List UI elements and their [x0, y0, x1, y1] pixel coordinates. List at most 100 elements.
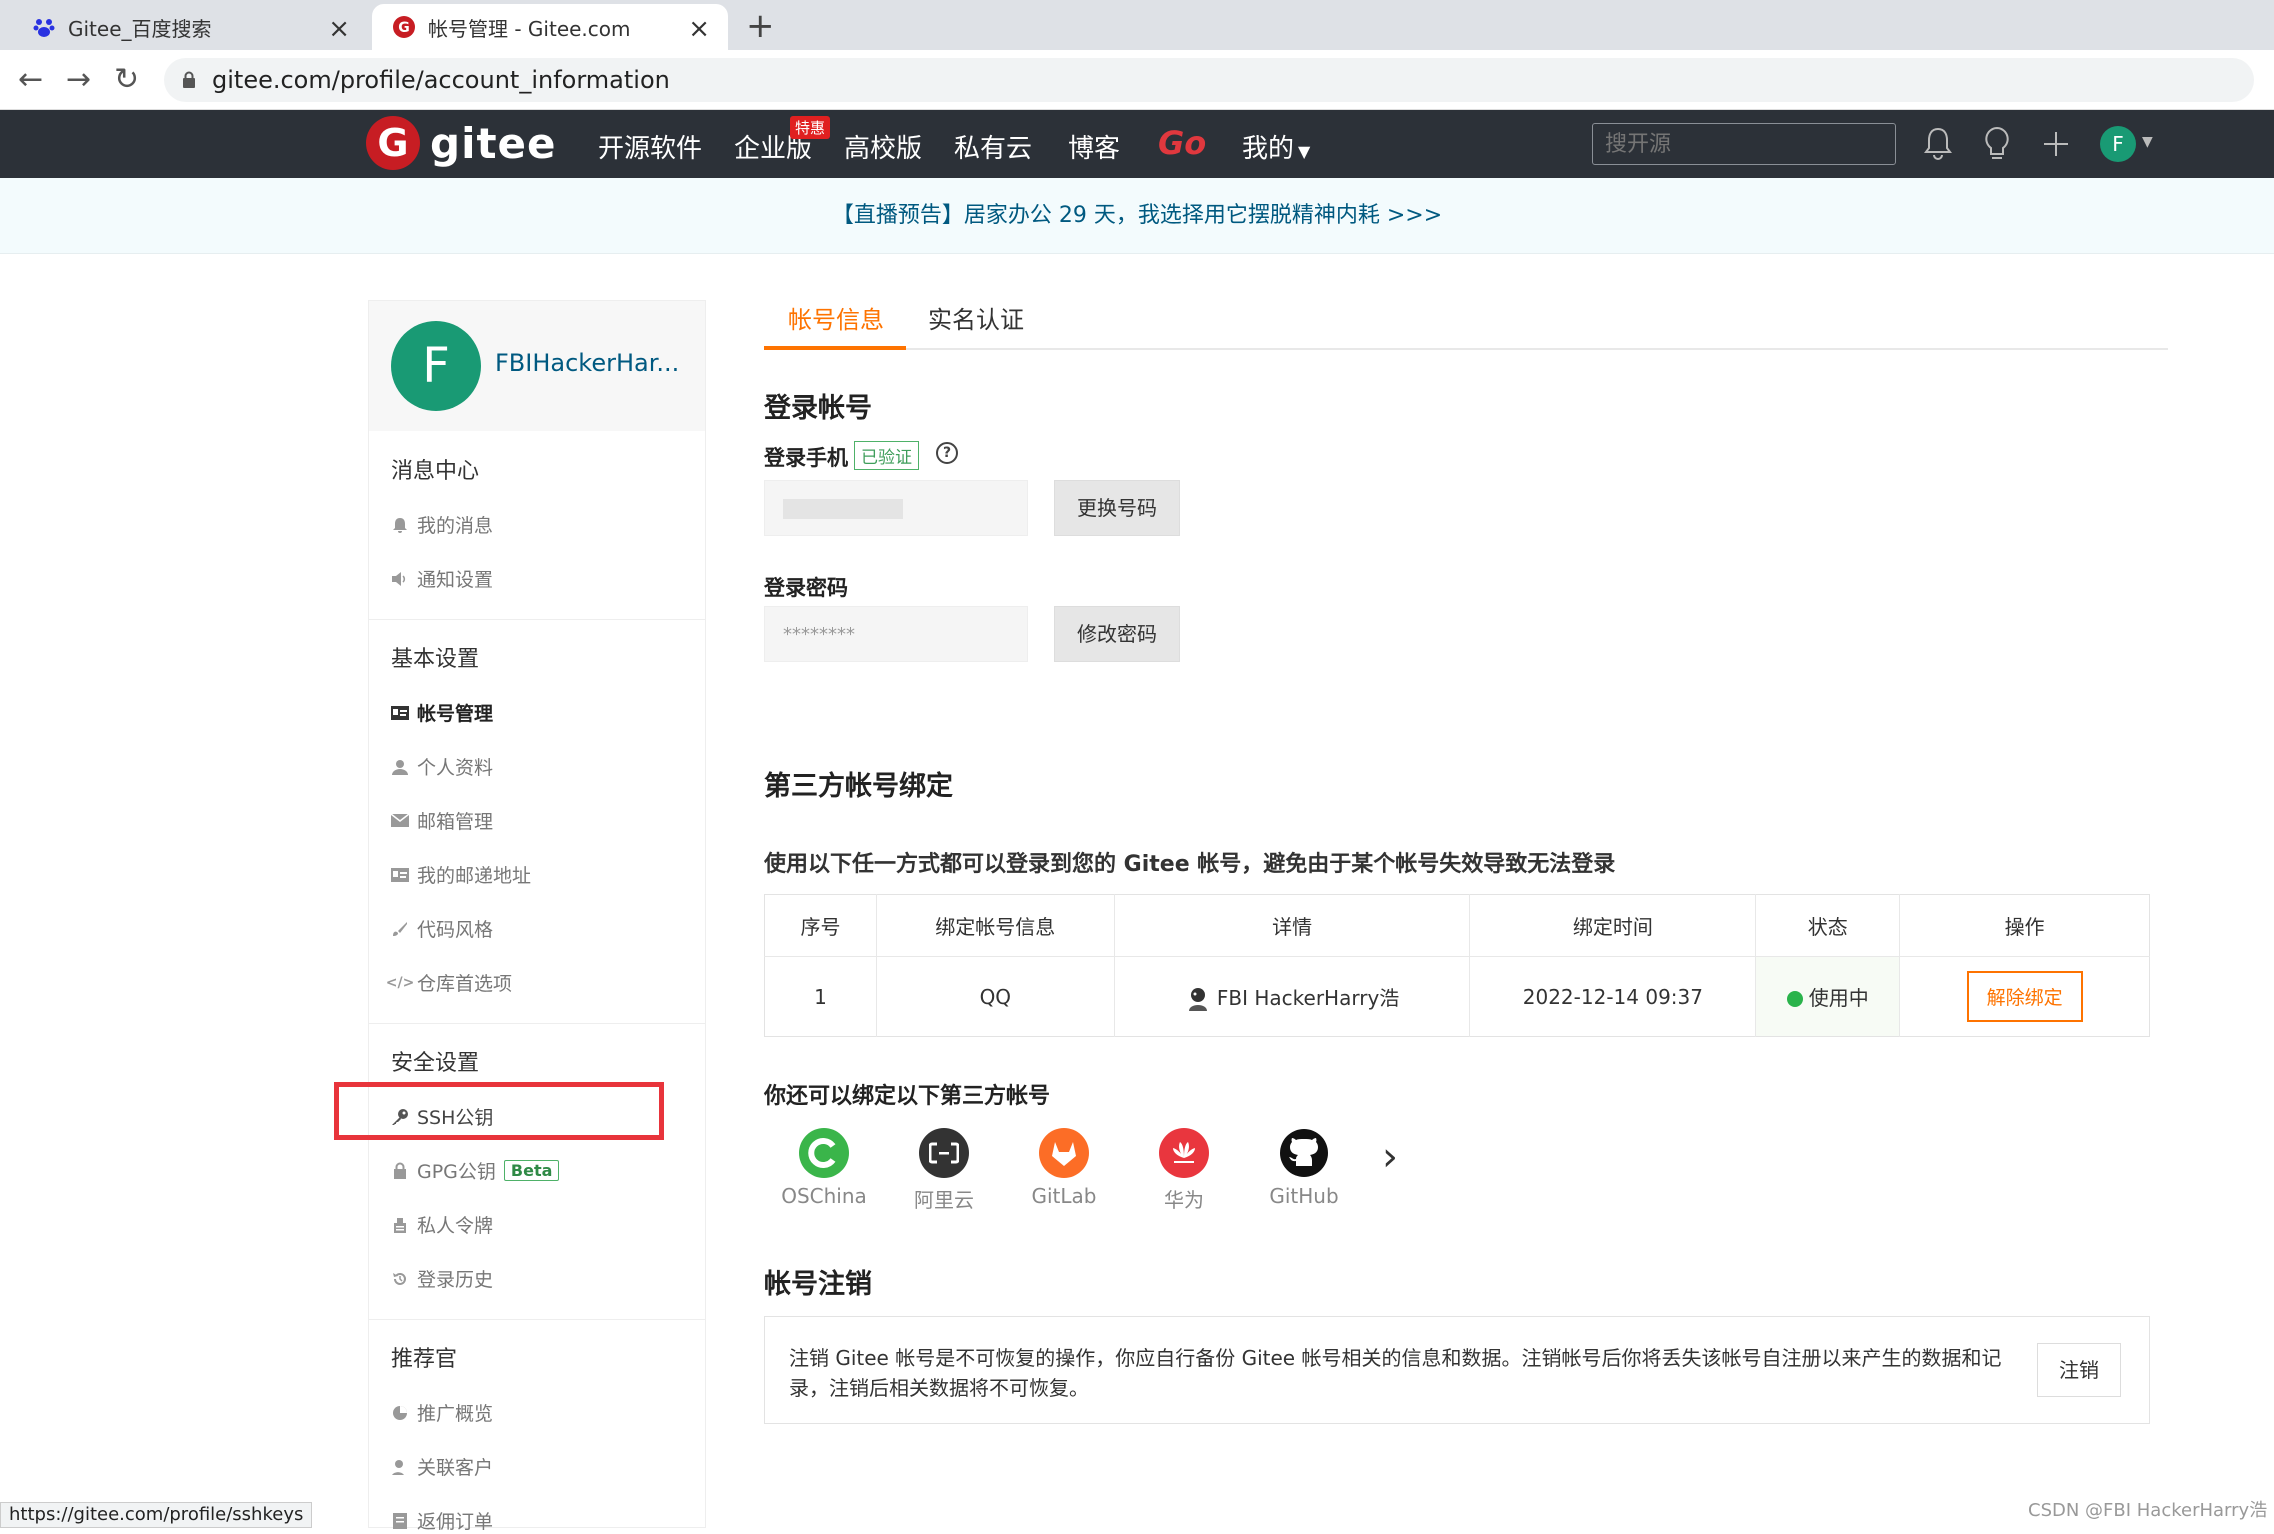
section-title-basic: 基本设置	[391, 647, 480, 672]
code-icon: </>	[385, 974, 415, 991]
watermark: CSDN @FBI HackerHarry浩	[2028, 1500, 2268, 1521]
tab-account-info[interactable]: 帐号信息	[788, 300, 884, 335]
tab-real-name[interactable]: 实名认证	[928, 300, 1024, 335]
id-card-icon	[391, 866, 409, 884]
help-icon[interactable]: ?	[936, 442, 958, 464]
browser-tab-gitee[interactable]: G 帐号管理 - Gitee.com ×	[372, 4, 728, 50]
provider-name: 华为	[1164, 1188, 1204, 1212]
sidebar-item-my-messages[interactable]: 我的消息	[391, 511, 493, 538]
sidebar-item-label: 我的消息	[417, 515, 494, 537]
site-header: G gitee 开源软件 企业版 特惠 高校版 私有云 博客 Go 我的▼ F …	[0, 110, 2274, 178]
table-cell-time: 2022-12-14 09:37	[1469, 956, 1757, 1037]
caret-down-icon[interactable]: ▼	[2142, 134, 2153, 150]
profile-card: F FBIHackerHar...	[369, 301, 705, 431]
new-tab-plus-icon[interactable]: +	[746, 6, 775, 46]
header-avatar[interactable]: F	[2100, 126, 2136, 162]
oschina-icon	[799, 1128, 849, 1178]
nav-mine-label: 我的	[1242, 134, 1295, 164]
change-password-button[interactable]: 修改密码	[1054, 606, 1180, 662]
table-header: 序号	[764, 894, 877, 957]
cancel-account-button[interactable]: 注销	[2037, 1343, 2121, 1397]
login-account-title: 登录帐号	[764, 393, 872, 424]
avatar[interactable]: F	[391, 321, 481, 411]
sidebar-item-promotion-overview[interactable]: 推广概览	[391, 1399, 493, 1426]
table-header: 绑定时间	[1469, 894, 1757, 957]
status-text: 使用中	[1808, 986, 1869, 1010]
bell-icon[interactable]	[1924, 126, 1952, 160]
user-icon	[391, 758, 409, 776]
table-cell-detail: FBI HackerHarry浩	[1114, 956, 1471, 1037]
close-icon[interactable]: ×	[688, 14, 710, 44]
sidebar-item-label: 我的邮递地址	[417, 865, 532, 887]
nav-open-source[interactable]: 开源软件	[598, 128, 702, 165]
cancel-account-title: 帐号注销	[764, 1269, 872, 1300]
sidebar-item-code-style[interactable]: 代码风格	[391, 915, 493, 942]
address-bar: ← → ↻ gitee.com/profile/account_informat…	[0, 50, 2274, 110]
provider-github[interactable]: GitHub	[1244, 1128, 1364, 1208]
sidebar-item-repo-preferences[interactable]: </> 仓库首选项	[385, 969, 512, 996]
provider-aliyun[interactable]: 阿里云	[884, 1128, 1004, 1213]
browser-tab-bar: Gitee_百度搜索 × G 帐号管理 - Gitee.com × +	[0, 0, 2274, 50]
change-phone-button[interactable]: 更换号码	[1054, 480, 1180, 536]
lightbulb-icon[interactable]	[1982, 126, 2012, 162]
phone-blurred	[783, 499, 903, 519]
speaker-icon	[391, 570, 409, 588]
sidebar-item-login-history[interactable]: 登录历史	[391, 1265, 493, 1292]
sidebar-item-notification-settings[interactable]: 通知设置	[391, 565, 493, 592]
provider-huawei[interactable]: 华为	[1124, 1128, 1244, 1213]
provider-name: 阿里云	[914, 1188, 974, 1212]
reload-icon[interactable]: ↻	[114, 62, 139, 97]
nav-university[interactable]: 高校版	[844, 128, 922, 165]
id-card-icon	[391, 704, 409, 722]
more-bindings-title: 你还可以绑定以下第三方帐号	[764, 1084, 1051, 1109]
status-dot-icon	[1786, 991, 1803, 1007]
url-field[interactable]: gitee.com/profile/account_information	[164, 58, 2254, 102]
tab-title: Gitee_百度搜索	[68, 16, 212, 41]
back-arrow-icon[interactable]: ←	[18, 62, 43, 97]
sidebar-item-label: 登录历史	[417, 1269, 494, 1291]
forward-arrow-icon[interactable]: →	[66, 62, 91, 97]
chevron-right-icon[interactable]: ›	[1382, 1134, 1398, 1180]
nav-blog[interactable]: 博客	[1068, 128, 1120, 165]
sidebar-item-account[interactable]: 帐号管理	[391, 699, 493, 726]
sidebar-item-address[interactable]: 我的邮递地址	[391, 861, 531, 888]
lock-icon	[391, 1162, 409, 1180]
sidebar-item-label: 帐号管理	[417, 703, 494, 725]
nav-private-cloud[interactable]: 私有云	[954, 128, 1032, 165]
provider-name: GitLab	[1031, 1184, 1097, 1208]
status-bar-url: https://gitee.com/profile/sshkeys	[0, 1502, 313, 1528]
tab-title: 帐号管理 - Gitee.com	[428, 16, 631, 41]
sidebar-item-label: 推广概览	[417, 1403, 494, 1425]
plus-icon[interactable]	[2042, 130, 2070, 158]
history-icon	[391, 1270, 409, 1288]
sidebar-item-commission-orders[interactable]: 返佣订单	[391, 1507, 493, 1534]
username-link[interactable]: FBIHackerHar...	[495, 349, 679, 377]
sidebar-item-linked-customers[interactable]: 关联客户	[391, 1453, 493, 1480]
section-title-messages: 消息中心	[391, 459, 480, 484]
unbind-button[interactable]: 解除绑定	[1966, 971, 2083, 1022]
baidu-paw-icon	[32, 15, 56, 39]
envelope-icon	[391, 812, 409, 830]
browser-tab-baidu[interactable]: Gitee_百度搜索 ×	[12, 4, 368, 50]
svg-text:G: G	[398, 20, 410, 36]
table-cell-no: 1	[764, 956, 877, 1037]
brush-icon	[391, 920, 409, 938]
sidebar-item-label: 个人资料	[417, 757, 494, 779]
search-input[interactable]	[1592, 123, 1896, 165]
nav-go[interactable]: Go	[1158, 124, 1206, 162]
gitee-favicon-icon: G	[392, 15, 416, 39]
provider-oschina[interactable]: OSChina	[764, 1128, 884, 1208]
beta-badge: Beta	[503, 1160, 560, 1181]
nav-mine[interactable]: 我的 ▼	[1242, 128, 1310, 165]
detail-nickname: FBI HackerHarry浩	[1216, 986, 1400, 1010]
sidebar-item-email[interactable]: 邮箱管理	[391, 807, 493, 834]
sidebar-item-gpg-keys[interactable]: GPG公钥 Beta	[391, 1157, 560, 1184]
sidebar-item-tokens[interactable]: 私人令牌	[391, 1211, 493, 1238]
password-field: ********	[764, 606, 1028, 662]
tabs-divider	[764, 348, 2168, 350]
notice-banner[interactable]: 【直播预告】居家办公 29 天，我选择用它摆脱精神内耗 >>>	[0, 178, 2274, 254]
provider-gitlab[interactable]: GitLab	[1004, 1128, 1124, 1208]
gitee-logo[interactable]: G gitee	[366, 116, 557, 170]
close-icon[interactable]: ×	[328, 14, 350, 44]
sidebar-item-profile[interactable]: 个人资料	[391, 753, 493, 780]
